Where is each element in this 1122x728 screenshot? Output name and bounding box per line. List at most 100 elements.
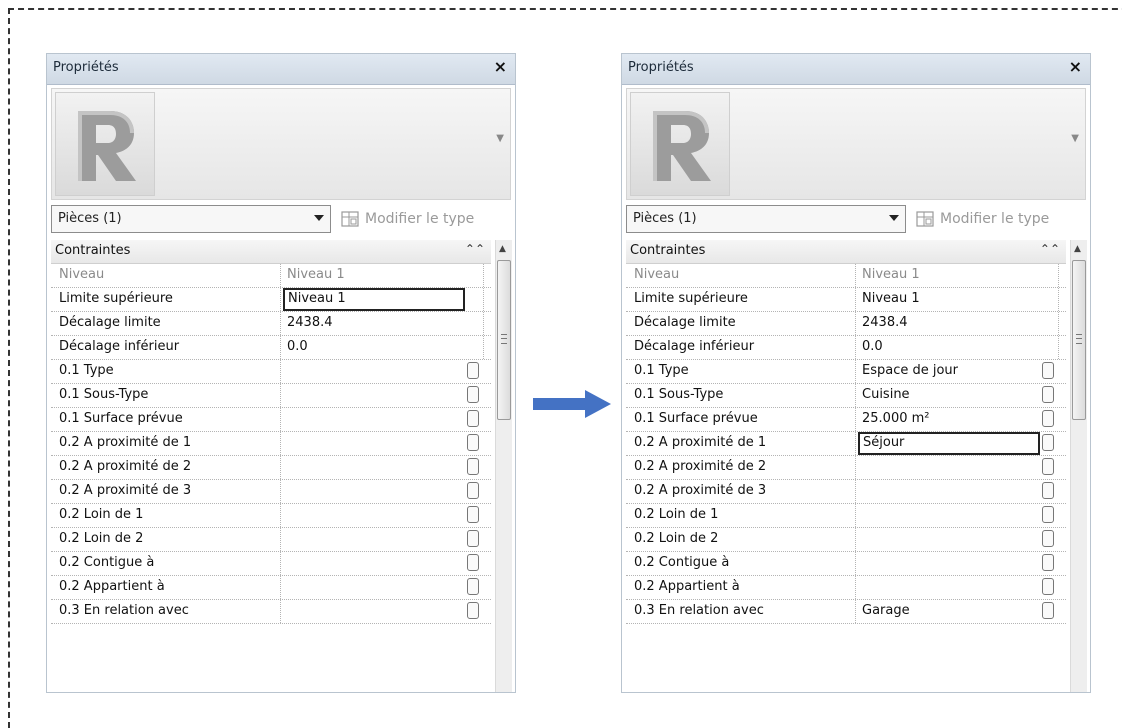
property-value[interactable]: 2438.4 xyxy=(858,312,1040,335)
edit-type-button[interactable]: Modifier le type xyxy=(916,207,1049,231)
param-button-icon[interactable] xyxy=(467,602,479,619)
property-row[interactable]: 0.2 Contigue à xyxy=(51,552,491,576)
property-value[interactable]: 0.0 xyxy=(283,336,465,359)
param-button-icon[interactable] xyxy=(467,386,479,403)
property-value[interactable] xyxy=(283,600,465,623)
property-row[interactable]: 0.2 Loin de 1 xyxy=(51,504,491,528)
property-value[interactable]: Garage xyxy=(858,600,1040,623)
property-row[interactable]: 0.2 Loin de 2 xyxy=(626,528,1066,552)
close-icon[interactable]: × xyxy=(494,57,507,76)
property-row[interactable]: 0.2 A proximité de 3 xyxy=(626,480,1066,504)
scroll-thumb[interactable] xyxy=(497,260,511,420)
property-row[interactable]: 0.1 Surface prévue 25.000 m² xyxy=(626,408,1066,432)
collapse-icon[interactable]: ⌃⌃ xyxy=(1040,242,1060,256)
property-row[interactable]: 0.2 A proximité de 2 xyxy=(626,456,1066,480)
property-row[interactable]: 0.3 En relation avec xyxy=(51,600,491,624)
property-row[interactable]: 0.3 En relation avec Garage xyxy=(626,600,1066,624)
param-button-icon[interactable] xyxy=(1042,602,1054,619)
property-row[interactable]: 0.2 A proximité de 1 Séjour xyxy=(626,432,1066,456)
property-value[interactable] xyxy=(283,576,465,599)
edit-type-button[interactable]: Modifier le type xyxy=(341,207,474,231)
property-value[interactable]: 0.0 xyxy=(858,336,1040,359)
property-row[interactable]: Décalage inférieur 0.0 xyxy=(626,336,1066,360)
param-button-icon[interactable] xyxy=(1042,482,1054,499)
property-row[interactable]: Limite supérieure Niveau 1 xyxy=(626,288,1066,312)
property-value[interactable] xyxy=(858,552,1040,575)
param-button-icon[interactable] xyxy=(467,578,479,595)
property-value[interactable] xyxy=(858,504,1040,527)
param-button-icon[interactable] xyxy=(467,458,479,475)
property-row[interactable]: 0.2 A proximité de 3 xyxy=(51,480,491,504)
property-row[interactable]: 0.2 Loin de 2 xyxy=(51,528,491,552)
property-row[interactable]: Décalage inférieur 0.0 xyxy=(51,336,491,360)
property-row[interactable]: 0.2 A proximité de 1 xyxy=(51,432,491,456)
property-value[interactable] xyxy=(283,384,465,407)
property-row[interactable]: 0.1 Sous-Type Cuisine xyxy=(626,384,1066,408)
property-value[interactable] xyxy=(858,456,1040,479)
param-button-icon[interactable] xyxy=(467,434,479,451)
property-value-input[interactable]: Séjour xyxy=(858,432,1040,455)
property-row[interactable]: 0.2 Contigue à xyxy=(626,552,1066,576)
param-button-icon[interactable] xyxy=(1042,554,1054,571)
property-value[interactable] xyxy=(283,456,465,479)
group-header-constraints[interactable]: Contraintes ⌃⌃ xyxy=(51,240,491,264)
property-value[interactable]: Niveau 1 xyxy=(858,288,1040,311)
type-selector-dropdown[interactable]: Pièces (1) xyxy=(626,205,906,233)
param-button-icon[interactable] xyxy=(1042,578,1054,595)
property-value[interactable] xyxy=(283,360,465,383)
chevron-down-icon[interactable]: ▼ xyxy=(1071,133,1079,144)
property-value[interactable] xyxy=(283,480,465,503)
property-value[interactable] xyxy=(283,552,465,575)
param-button-icon[interactable] xyxy=(467,506,479,523)
property-value[interactable] xyxy=(858,576,1040,599)
param-button-icon[interactable] xyxy=(1042,530,1054,547)
param-button-icon[interactable] xyxy=(1042,506,1054,523)
property-row[interactable]: 0.1 Type xyxy=(51,360,491,384)
property-value[interactable] xyxy=(283,408,465,431)
param-button-icon[interactable] xyxy=(467,410,479,427)
property-value[interactable] xyxy=(858,480,1040,503)
param-button-icon[interactable] xyxy=(1042,386,1054,403)
property-row[interactable]: 0.1 Type Espace de jour xyxy=(626,360,1066,384)
param-button-icon[interactable] xyxy=(1042,362,1054,379)
collapse-icon[interactable]: ⌃⌃ xyxy=(465,242,485,256)
property-value[interactable]: Cuisine xyxy=(858,384,1040,407)
property-row[interactable]: 0.2 A proximité de 2 xyxy=(51,456,491,480)
property-row[interactable]: 0.2 Appartient à xyxy=(626,576,1066,600)
group-header-constraints[interactable]: Contraintes ⌃⌃ xyxy=(626,240,1066,264)
chevron-down-icon[interactable]: ▼ xyxy=(496,133,504,144)
property-value[interactable]: 25.000 m² xyxy=(858,408,1040,431)
type-selector-value: Pièces (1) xyxy=(633,211,697,226)
close-icon[interactable]: × xyxy=(1069,57,1082,76)
scroll-up-icon[interactable]: ▲ xyxy=(1074,244,1081,254)
param-button-icon[interactable] xyxy=(467,554,479,571)
property-value[interactable]: 2438.4 xyxy=(283,312,465,335)
type-selector-dropdown[interactable]: Pièces (1) xyxy=(51,205,331,233)
property-value[interactable] xyxy=(858,528,1040,551)
property-row[interactable]: Limite supérieure Niveau 1 xyxy=(51,288,491,312)
scroll-up-icon[interactable]: ▲ xyxy=(499,244,506,254)
property-value[interactable]: Espace de jour xyxy=(858,360,1040,383)
property-row[interactable]: 0.2 Loin de 1 xyxy=(626,504,1066,528)
param-button-icon[interactable] xyxy=(467,362,479,379)
vertical-scrollbar[interactable]: ▲ xyxy=(495,240,512,692)
property-row[interactable]: 0.2 Appartient à xyxy=(51,576,491,600)
param-button-icon[interactable] xyxy=(1042,458,1054,475)
property-name: Décalage inférieur xyxy=(626,336,856,359)
property-value[interactable] xyxy=(283,432,465,455)
edit-type-label: Modifier le type xyxy=(365,211,475,227)
property-row[interactable]: Décalage limite 2438.4 xyxy=(626,312,1066,336)
property-row[interactable]: Décalage limite 2438.4 xyxy=(51,312,491,336)
property-value[interactable] xyxy=(283,504,465,527)
property-row[interactable]: 0.1 Surface prévue xyxy=(51,408,491,432)
param-button-icon[interactable] xyxy=(467,530,479,547)
property-row[interactable]: 0.1 Sous-Type xyxy=(51,384,491,408)
scroll-thumb[interactable] xyxy=(1072,260,1086,420)
param-button-icon[interactable] xyxy=(1042,410,1054,427)
param-button-icon[interactable] xyxy=(467,482,479,499)
vertical-scrollbar[interactable]: ▲ xyxy=(1070,240,1087,692)
property-value[interactable] xyxy=(283,528,465,551)
param-button-icon[interactable] xyxy=(1042,434,1054,451)
property-value-input[interactable]: Niveau 1 xyxy=(283,288,465,311)
property-name: 0.3 En relation avec xyxy=(626,600,856,623)
